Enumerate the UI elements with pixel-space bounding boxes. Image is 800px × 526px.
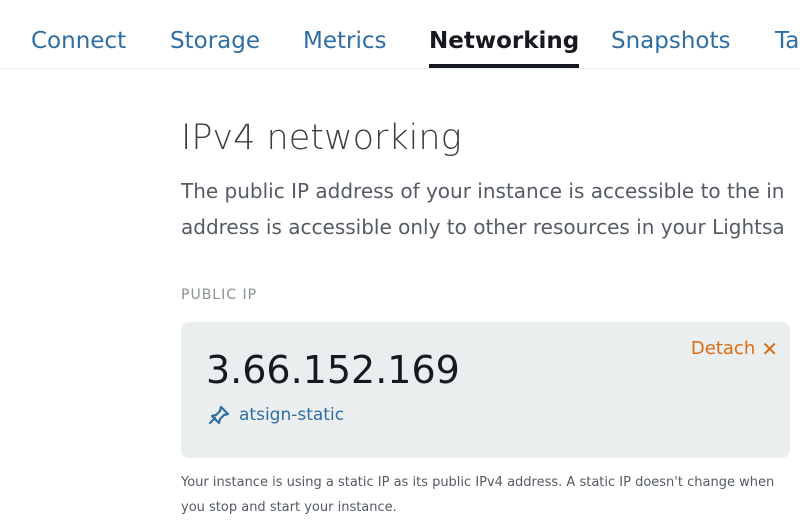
tab-networking[interactable]: Networking: [429, 27, 580, 68]
static-ip-link[interactable]: atsign-static: [208, 404, 344, 426]
public-ip-label: PUBLIC IP: [181, 287, 258, 303]
tab-metrics[interactable]: Metrics: [303, 27, 387, 55]
tab-snapshots[interactable]: Snapshots: [611, 27, 731, 55]
instance-tabs: Connect Storage Metrics Networking Snaps…: [0, 0, 800, 69]
close-icon: ✕: [761, 337, 778, 361]
description-line-1: The public IP address of your instance i…: [181, 179, 785, 203]
section-description: The public IP address of your instance i…: [181, 173, 800, 245]
tab-tags[interactable]: Ta: [775, 27, 799, 55]
static-ip-name: atsign-static: [239, 405, 345, 425]
pin-icon: [208, 405, 230, 425]
public-ip-card: 3.66.152.169 atsign-static Detach ✕: [181, 322, 790, 458]
public-ip-address: 3.66.152.169: [206, 348, 460, 392]
static-ip-help-text: Your instance is using a static IP as it…: [181, 475, 775, 515]
detach-button[interactable]: Detach ✕: [691, 338, 778, 360]
tab-connect[interactable]: Connect: [31, 27, 126, 55]
tab-storage[interactable]: Storage: [170, 27, 260, 55]
detach-label: Detach: [690, 338, 756, 359]
description-line-2: address is accessible only to other reso…: [181, 215, 785, 239]
section-title: IPv4 networking: [181, 118, 462, 158]
